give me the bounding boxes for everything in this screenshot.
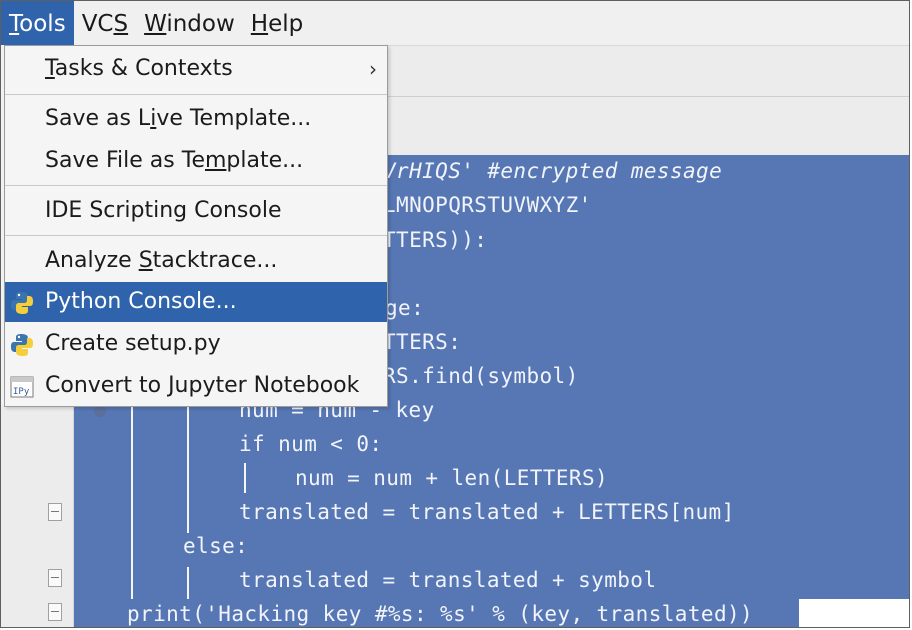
editor-gutter: [1, 405, 74, 627]
toolbar-divider: [387, 96, 909, 97]
code-line: num = num + len(LETTERS): [295, 466, 609, 490]
ide-window: Tools VCS Window Help VrHIQS' #encrypted…: [0, 0, 910, 628]
menu-window-label: indow: [166, 11, 235, 37]
menu-item-mnemonic: m: [204, 148, 227, 173]
indent-guide: [131, 405, 133, 599]
code-line: TTERS:: [383, 330, 462, 354]
toolbar-area: [387, 45, 909, 156]
menu-window-mnemonic: W: [144, 11, 167, 37]
editor-unselected-area: [799, 599, 909, 627]
menu-item-label: Save File as Te: [45, 148, 205, 173]
menu-item-label: plate...: [226, 148, 304, 173]
svg-text:IPy: IPy: [13, 387, 30, 397]
menu-tools-mnemonic: T: [9, 11, 20, 37]
indent-guide: [187, 405, 189, 533]
menu-item-analyze-stacktrace[interactable]: Analyze Stacktrace...: [5, 241, 387, 281]
code-line: translated = translated + symbol: [239, 568, 657, 592]
menu-item-ide-scripting-console[interactable]: IDE Scripting Console: [5, 191, 387, 231]
menu-vcs-mnemonic: S: [113, 11, 129, 37]
menu-bar: Tools VCS Window Help: [1, 1, 909, 45]
menu-separator: [5, 235, 387, 236]
code-line: TTERS)):: [383, 228, 488, 252]
menu-item-tasks-contexts[interactable]: Tasks & Contexts ›: [5, 49, 387, 89]
code-line: ge:: [385, 296, 425, 320]
indent-guide: [187, 567, 189, 599]
menu-item-mnemonic: T: [45, 56, 55, 81]
fold-toggle-icon[interactable]: [48, 603, 62, 621]
menu-tools[interactable]: Tools: [1, 1, 74, 45]
menu-item-save-file-as-template[interactable]: Save File as Template...: [5, 141, 387, 181]
code-line: else:: [183, 534, 249, 558]
tools-dropdown-menu: Tasks & Contexts › Save as Live Template…: [4, 45, 388, 407]
menu-help[interactable]: Help: [243, 1, 311, 45]
menu-tools-label: ools: [19, 11, 66, 37]
indent-guide: [244, 463, 246, 493]
python-setup-icon: [11, 334, 33, 356]
menu-vcs-label: VC: [81, 11, 114, 37]
fold-toggle-icon[interactable]: [48, 503, 62, 521]
menu-item-label: tacktrace...: [152, 248, 278, 273]
menu-item-label: Analyze: [45, 248, 139, 273]
code-line: LMNOPQRSTUVWXYZ': [383, 193, 592, 217]
menu-item-create-setup-py[interactable]: Create setup.py: [5, 324, 387, 364]
menu-item-label: Python Console...: [45, 289, 237, 314]
menu-item-label: Save as L: [45, 106, 151, 131]
jupyter-notebook-icon: IPy: [10, 376, 34, 398]
menu-item-python-console[interactable]: Python Console...: [5, 282, 387, 322]
menu-item-convert-to-jupyter-notebook[interactable]: IPy Convert to Jupyter Notebook: [5, 366, 387, 406]
menu-item-label: ve Template...: [156, 106, 312, 131]
menu-item-mnemonic: S: [138, 248, 153, 273]
python-icon: [11, 292, 33, 314]
fold-toggle-icon[interactable]: [48, 569, 62, 587]
menu-separator: [5, 94, 387, 95]
code-line: if num < 0:: [239, 432, 383, 456]
menu-item-label: Convert to Jupyter Notebook: [45, 373, 360, 398]
menu-help-mnemonic: H: [250, 11, 269, 37]
code-line: translated = translated + LETTERS[num]: [239, 500, 735, 524]
menu-window[interactable]: Window: [136, 1, 243, 45]
menu-vcs[interactable]: VCS: [74, 1, 136, 45]
menu-item-save-as-live-template[interactable]: Save as Live Template...: [5, 99, 387, 139]
menu-item-label: IDE Scripting Console: [45, 198, 282, 223]
code-line: RS.find(symbol): [383, 364, 579, 388]
menu-separator: [5, 185, 387, 186]
chevron-right-icon: ›: [369, 57, 377, 81]
menu-help-label: elp: [268, 11, 304, 37]
menu-item-label: asks & Contexts: [54, 56, 233, 81]
code-line: print('Hacking key #%s: %s' % (key, tran…: [127, 602, 754, 626]
code-line: VrHIQS' #encrypted message: [383, 159, 723, 183]
menu-item-label: Create setup.py: [45, 331, 221, 356]
